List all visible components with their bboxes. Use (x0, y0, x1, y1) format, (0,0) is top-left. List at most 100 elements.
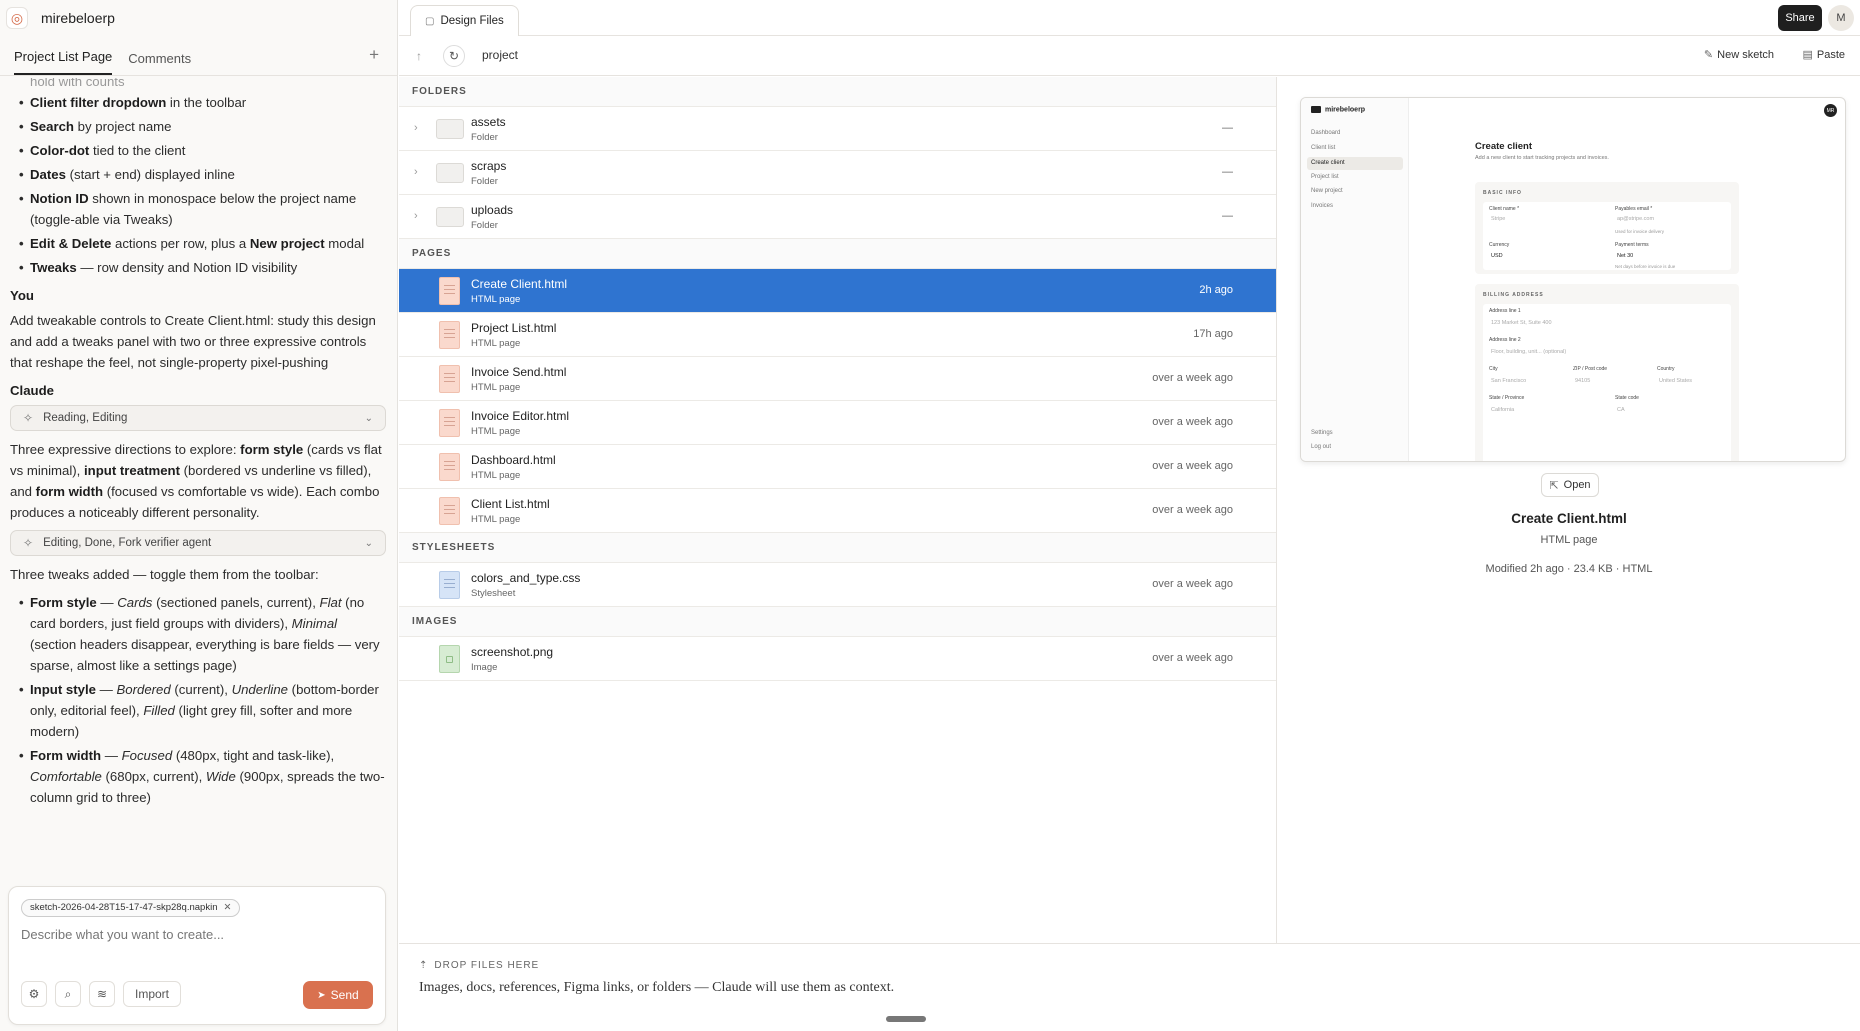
attach-button[interactable]: ⌕ (55, 981, 81, 1007)
file-name: Create Client.html (471, 277, 568, 291)
prompt-input[interactable]: Describe what you want to create... (21, 927, 224, 942)
stylesheet-row[interactable]: colors_and_type.css Stylesheet over a we… (399, 563, 1276, 607)
paste-label: Paste (1816, 49, 1845, 61)
file-modified: — (1222, 166, 1233, 178)
settings-button[interactable]: ⚙ (21, 981, 47, 1007)
share-button[interactable]: Share (1778, 5, 1822, 31)
attachment-chip[interactable]: sketch-2026-04-28T15-17-47-skp28q.napkin… (21, 899, 241, 917)
mock-label: Payment terms (1615, 242, 1649, 248)
tab-label: Design Files (440, 15, 504, 27)
folder-row[interactable]: › uploads Folder — (399, 195, 1276, 239)
folder-icon (436, 119, 464, 139)
file-name: colors_and_type.css (471, 571, 581, 585)
file-modified: over a week ago (1152, 578, 1233, 590)
mock-fields: Address line 1 123 Market St, Suite 400 … (1483, 304, 1731, 461)
file-kind: HTML page (471, 470, 521, 481)
file-name: Invoice Send.html (471, 365, 567, 379)
chevron-down-icon: ⌄ (364, 537, 373, 549)
page-row[interactable]: Invoice Send.html HTML page over a week … (399, 357, 1276, 401)
import-button[interactable]: Import (123, 981, 181, 1007)
avatar[interactable]: M (1828, 5, 1854, 31)
file-kind: HTML page (471, 514, 521, 525)
refresh-icon[interactable]: ↻ (443, 45, 465, 67)
gear-icon: ⚙ (28, 987, 40, 1001)
resize-handle[interactable] (886, 1016, 926, 1022)
open-button[interactable]: ⇱ Open (1541, 473, 1599, 497)
drop-zone[interactable]: ⇡ DROP FILES HERE Images, docs, reference… (399, 943, 1860, 1031)
mock-value: California (1491, 407, 1515, 413)
send-button[interactable]: ➤ Send (303, 981, 373, 1009)
mock-billing-card: BILLING ADDRESS Address line 1 123 Marke… (1475, 284, 1739, 461)
project-header: ◎ mirebeloerp (0, 0, 397, 36)
chevron-down-icon: ⌄ (364, 412, 373, 424)
page-row[interactable]: Invoice Editor.html HTML page over a wee… (399, 401, 1276, 445)
voice-button[interactable]: ≋ (89, 981, 115, 1007)
mock-value: Net 30 (1617, 253, 1634, 259)
tab-design-files[interactable]: ▢ Design Files (410, 5, 519, 36)
image-file-icon (439, 645, 460, 673)
folder-row[interactable]: › assets Folder — (399, 107, 1276, 151)
file-modified: — (1222, 122, 1233, 134)
file-name: Dashboard.html (471, 453, 556, 467)
file-kind: Image (471, 662, 498, 673)
mock-value: CA (1617, 407, 1625, 413)
mock-nav-item: Log out (1311, 444, 1332, 450)
file-modified: over a week ago (1152, 460, 1233, 472)
file-modified: 2h ago (1199, 284, 1233, 296)
chevron-right-icon[interactable]: › (414, 166, 418, 178)
close-icon[interactable]: ✕ (223, 902, 231, 913)
paperclip-icon: ⌕ (64, 986, 72, 1001)
file-name: Invoice Editor.html (471, 409, 570, 423)
file-modified: over a week ago (1152, 652, 1233, 664)
tool-activity-pill[interactable]: ✧ Editing, Done, Fork verifier agent ⌄ (10, 530, 386, 556)
mock-nav-item: Dashboard (1311, 130, 1341, 136)
mock-fields: Client name * Stripe Payables email * ap… (1483, 202, 1731, 270)
html-file-icon (439, 453, 460, 481)
page-row[interactable]: Dashboard.html HTML page over a week ago (399, 445, 1276, 489)
page-row[interactable]: Create Client.html HTML page 2h ago (399, 269, 1276, 313)
tab-comments[interactable]: Comments (128, 51, 191, 75)
add-tab-icon[interactable]: + (369, 45, 379, 65)
tweak-list: Form style — Cards (sectioned panels, cu… (10, 592, 386, 808)
waveform-icon: ≋ (96, 987, 108, 1001)
mock-value: USD (1491, 253, 1503, 259)
mock-value: United States (1659, 378, 1693, 384)
section-folders: FOLDERS (399, 77, 1276, 107)
breadcrumb[interactable]: project (482, 48, 518, 62)
page-thumbnail[interactable]: mirebeloerp Dashboard Client list Create… (1300, 97, 1846, 462)
mock-section-label: BILLING ADDRESS (1483, 292, 1544, 298)
folder-row[interactable]: › scraps Folder — (399, 151, 1276, 195)
tool-icon: ✧ (23, 410, 34, 425)
mock-basic-info-card: BASIC INFO Client name * Stripe Payables… (1475, 182, 1739, 274)
mock-label: ZIP / Post code (1573, 366, 1608, 372)
file-name: uploads (471, 203, 514, 217)
up-arrow-icon[interactable]: ↑ (408, 45, 430, 67)
mock-value: San Francisco (1491, 378, 1527, 384)
chevron-right-icon[interactable]: › (414, 122, 418, 134)
tab-project-list-page[interactable]: Project List Page (14, 49, 113, 75)
file-kind: HTML page (471, 382, 521, 393)
file-kind: Folder (471, 132, 498, 143)
chat-panel: ◎ mirebeloerp Project List Page Comments… (0, 0, 398, 1031)
tool-pill-label: Reading, Editing (43, 411, 128, 424)
mock-value: 94105 (1575, 378, 1591, 384)
chevron-right-icon[interactable]: › (414, 210, 418, 222)
file-kind: Stylesheet (471, 588, 516, 599)
speaker-you: You (10, 288, 34, 303)
page-row[interactable]: Project List.html HTML page 17h ago (399, 313, 1276, 357)
tool-activity-pill[interactable]: ✧ Reading, Editing ⌄ (10, 405, 386, 431)
mock-label: Client name * (1489, 206, 1520, 212)
new-sketch-button[interactable]: ✎ New sketch (1704, 48, 1774, 61)
list-item: Dates (start + end) displayed inline (10, 164, 386, 185)
page-row[interactable]: Client List.html HTML page over a week a… (399, 489, 1276, 533)
image-row[interactable]: screenshot.png Image over a week ago (399, 637, 1276, 681)
project-name: mirebeloerp (41, 10, 115, 26)
mock-nav-item: Client list (1311, 145, 1336, 151)
tool-pill-label: Editing, Done, Fork verifier agent (43, 536, 212, 549)
html-file-icon (439, 321, 460, 349)
paste-button[interactable]: ▤ Paste (1802, 48, 1845, 61)
speaker-claude: Claude (10, 383, 54, 398)
mock-value: ap@stripe.com (1617, 216, 1655, 222)
file-name: Client List.html (471, 497, 550, 511)
palette-icon[interactable]: ◎ (6, 7, 28, 29)
